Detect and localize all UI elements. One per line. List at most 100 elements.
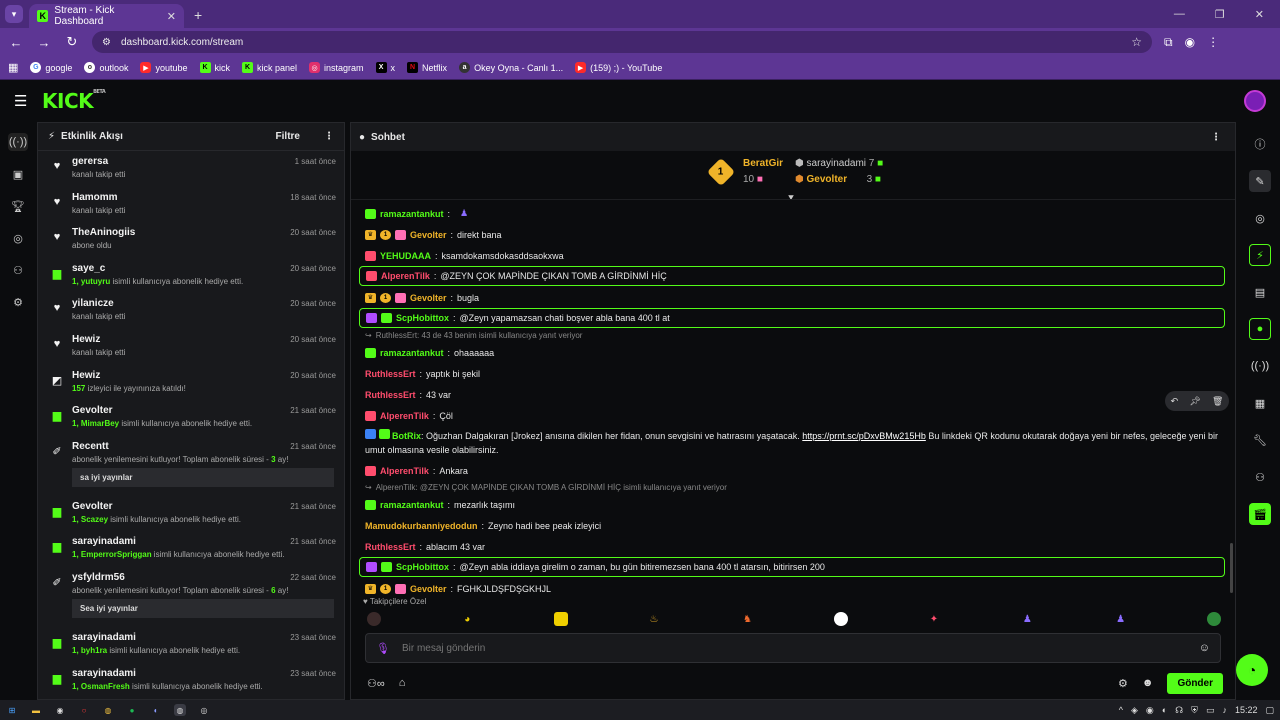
chat-message[interactable]: ramazantankut: ♟ <box>359 203 1225 224</box>
file-explorer-icon[interactable]: ▬ <box>30 704 42 716</box>
pin-icon[interactable]: 📌︎ <box>1189 396 1200 407</box>
chrome-active-icon[interactable]: ◍ <box>174 704 186 716</box>
subscriber-badge-icon[interactable] <box>365 208 376 219</box>
chat-username[interactable]: Gevolter <box>410 584 447 594</box>
forward-icon[interactable]: → <box>36 35 52 50</box>
event-item[interactable]: ♥ yilanicze kanalı takip etti 20 saat önce <box>38 293 344 329</box>
bookmark-youtube-video[interactable]: ▶ (159) ;) - YouTube <box>575 62 662 73</box>
chat-username[interactable]: ramazantankut <box>380 209 444 219</box>
tray-app-icon[interactable]: ◈ <box>1131 705 1138 716</box>
chat-message[interactable]: ♛ 1 Gevolter: direkt bana <box>359 224 1225 245</box>
bookmark-kick-panel[interactable]: Kkick panel <box>242 62 297 73</box>
obs-icon[interactable]: ◎ <box>198 704 210 716</box>
chat-username[interactable]: AlperenTilk <box>381 271 430 281</box>
event-item[interactable]: ▆ Gevolter 1, Scazey isimli kullanıcıya ab… <box>38 496 344 532</box>
chat-input[interactable] <box>401 642 1187 654</box>
subscriber-badge-icon[interactable] <box>381 313 392 323</box>
user-avatar[interactable] <box>1244 90 1266 112</box>
og-badge-icon[interactable] <box>366 562 377 572</box>
gifter-rank-badge-icon[interactable]: 1 <box>380 229 391 240</box>
chat-input-box[interactable]: 🎙︎ ☺ <box>365 633 1221 663</box>
discord-icon[interactable]: ◐ <box>150 704 162 716</box>
chat-username[interactable]: ScpHobittox <box>396 313 449 323</box>
chat-message[interactable]: AlperenTilk: Ankara <box>359 460 1225 481</box>
chat-link[interactable]: https://prnt.sc/pDxvBMw215Hb <box>802 431 926 441</box>
chat-username[interactable]: ramazantankut <box>380 500 444 510</box>
subscriber-badge-icon[interactable] <box>366 271 377 281</box>
clapperboard-icon[interactable]: 🎬︎ <box>1249 503 1271 525</box>
chat-username[interactable]: RuthlessErt <box>365 390 416 400</box>
bot-icon[interactable]: ☻ <box>1142 677 1154 689</box>
browser-menu-icon[interactable]: ⋮ <box>1207 35 1219 49</box>
chat-toggle-icon[interactable]: ● <box>1249 318 1271 340</box>
bookmark-youtube[interactable]: ▶ youtube <box>140 62 188 73</box>
chat-username[interactable]: Gevolter <box>410 293 447 303</box>
gifter-rank-badge-icon[interactable]: 1 <box>380 583 391 594</box>
bookmark-netflix[interactable]: N Netflix <box>407 62 447 73</box>
event-item[interactable]: ♥ Hamomm kanalı takip etti 18 saat önce <box>38 187 344 223</box>
chat-settings-icon[interactable]: ⚙ <box>1118 677 1128 690</box>
emote-icon[interactable] <box>833 612 848 626</box>
chat-message[interactable]: AlperenTilk: Çöl <box>359 405 1225 426</box>
crown-badge-icon[interactable]: ♛ <box>365 583 376 594</box>
steam-icon[interactable]: ◉ <box>54 704 66 716</box>
moderation-icon[interactable]: ◎ <box>8 229 28 247</box>
broadcast-icon[interactable]: ((·)) <box>1249 355 1271 377</box>
tray-app-icon[interactable]: ◉ <box>1146 705 1154 716</box>
gift-badge-icon[interactable] <box>395 229 406 240</box>
extensions-icon[interactable]: ⧉ <box>1164 35 1173 50</box>
dashboard-icon[interactable]: ▣ <box>8 165 28 183</box>
emote-icon[interactable]: ♟ <box>460 208 468 219</box>
emote-icon[interactable] <box>367 612 381 626</box>
chat-message[interactable]: RuthlessErt: 43 var <box>359 384 1225 405</box>
url-field[interactable]: ⚙ dashboard.kick.com/stream ☆ <box>92 31 1152 53</box>
leader-third[interactable]: ⬢ Gevolter 3 ■ <box>795 174 883 185</box>
hamburger-menu-icon[interactable]: ☰ <box>14 92 34 110</box>
event-item[interactable]: ✐ ysfyldrm56 abonelik yenilemesini kutluyo… <box>38 567 344 627</box>
windows-start-icon[interactable]: ⊞ <box>6 704 18 716</box>
tray-chevron-icon[interactable]: ^ <box>1119 705 1123 715</box>
chat-message[interactable]: ♛ 1 Gevolter: bugla <box>359 287 1225 308</box>
emoji-icon[interactable]: ☺ <box>1199 642 1210 654</box>
layers-icon[interactable]: ▦ <box>1249 392 1271 414</box>
stream-live-icon[interactable]: ((·)) <box>8 133 28 151</box>
apps-grid-icon[interactable]: ▦ <box>8 61 18 74</box>
community-icon[interactable]: ⚇ <box>8 261 28 279</box>
kick-logo[interactable]: KICKBETA <box>42 89 106 113</box>
event-item[interactable]: ♥ Hewiz kanalı takip etti 20 saat önce <box>38 329 344 365</box>
subscriber-badge-icon[interactable] <box>378 429 390 439</box>
notes-icon[interactable]: ▤ <box>1249 281 1271 303</box>
browser-tab[interactable]: K Stream - Kick Dashboard ✕ <box>29 4 184 28</box>
gift-badge-icon[interactable] <box>395 292 406 303</box>
event-item[interactable]: ✐ Recentt abonelik yenilemesini kutluyor! … <box>38 436 344 496</box>
support-chat-icon[interactable]: ◔ <box>1236 654 1268 686</box>
site-info-icon[interactable]: ⚙ <box>102 37 111 48</box>
chat-message[interactable]: ramazantankut: mezarlık taşımı <box>359 494 1225 515</box>
subscriber-badge-icon[interactable] <box>365 465 376 476</box>
chat-username[interactable]: BotRix <box>392 431 421 441</box>
event-item[interactable]: ▆ sarayinadami 1, OsmanFresh isimli kullan… <box>38 663 344 699</box>
leader-second[interactable]: ⬢ sarayinadami 7 ■ <box>795 158 883 169</box>
reload-icon[interactable]: ↻ <box>64 34 80 50</box>
leader-first-name[interactable]: BeratGir <box>743 158 783 169</box>
volume-icon[interactable]: ♪ <box>1222 705 1227 715</box>
bookmark-kick[interactable]: Kkick <box>199 62 230 73</box>
bot-badge-icon[interactable] <box>365 429 376 439</box>
tray-app-icon[interactable]: ◐ <box>1162 705 1167 715</box>
crown-badge-icon[interactable]: ♛ <box>365 229 376 240</box>
community-icon[interactable]: ⚇ <box>1249 466 1271 488</box>
reply-icon[interactable]: ↶ <box>1171 396 1179 407</box>
bookmark-okey[interactable]: a Okey Oyna - Canlı 1... <box>459 62 563 73</box>
tab-search-icon[interactable]: ▾ <box>5 5 23 23</box>
chat-message[interactable]: RuthlessErt: ablacım 43 var <box>359 536 1225 557</box>
event-item[interactable]: ▆ sarayinadami 1, EmperrorSpriggan isimli … <box>38 531 344 567</box>
emote-icon[interactable] <box>553 612 568 626</box>
activity-toggle-icon[interactable]: ⚡ <box>1249 244 1271 266</box>
emote-icon[interactable]: ♞ <box>740 612 754 626</box>
points-icon[interactable]: ⚇∞ <box>367 677 385 690</box>
opera-icon[interactable]: ○ <box>78 704 90 716</box>
delete-icon[interactable]: 🗑︎ <box>1212 396 1223 407</box>
trophy-icon[interactable]: 🏆︎ <box>8 197 28 215</box>
chrome-icon[interactable]: ◍ <box>102 704 114 716</box>
close-window-icon[interactable]: ✕ <box>1255 8 1264 21</box>
